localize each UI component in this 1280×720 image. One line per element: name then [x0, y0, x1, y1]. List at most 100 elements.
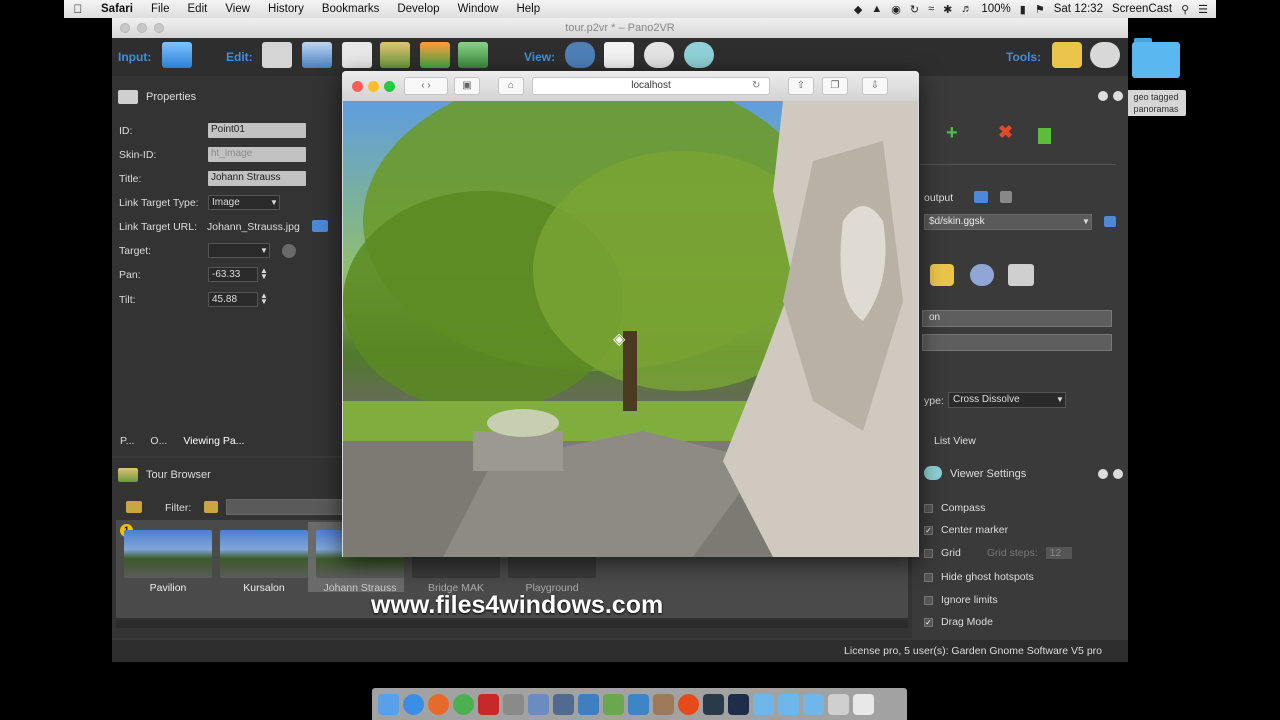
photoshop-icon[interactable]	[728, 693, 749, 715]
transition-type-select[interactable]: Cross Dissolve	[948, 392, 1066, 408]
prop-field-tilt[interactable]: 45.88	[208, 292, 258, 307]
list-view-tab[interactable]: List View	[934, 435, 976, 447]
menu-file[interactable]: File	[142, 3, 179, 15]
setting-grid[interactable]: Grid Grid steps: 12	[924, 547, 1072, 559]
menu-app-safari[interactable]: Safari	[92, 3, 142, 15]
star-tool-icon[interactable]	[1052, 42, 1082, 68]
thumbnail-image[interactable]	[124, 530, 212, 578]
skin-path-select[interactable]: $d/skin.ggsk	[924, 214, 1092, 230]
binoculars-icon[interactable]	[565, 42, 595, 68]
panel-float-icon[interactable]	[1098, 91, 1108, 101]
preview-icon[interactable]	[528, 693, 549, 715]
patch-input-icon[interactable]	[342, 42, 372, 68]
add-output-icon[interactable]: +	[946, 122, 958, 145]
desktop-folder-icon[interactable]	[1132, 38, 1180, 78]
flag-icon[interactable]: ⚑	[1035, 3, 1045, 16]
app-icon[interactable]	[653, 693, 674, 715]
chrome-icon[interactable]	[453, 693, 474, 715]
folder-icon[interactable]	[803, 693, 824, 715]
delete-output-icon[interactable]: ✖	[998, 122, 1013, 143]
menu-develop[interactable]: Develop	[388, 3, 448, 15]
app-icon[interactable]	[678, 693, 699, 715]
output-action-button-1[interactable]: on	[922, 310, 1112, 327]
wifi-icon[interactable]: ≈	[928, 3, 934, 15]
camera-status-icon[interactable]: ◆	[854, 3, 862, 16]
checkbox[interactable]	[924, 595, 933, 605]
filter-input[interactable]	[226, 499, 346, 515]
menubar-screencast[interactable]: ScreenCast	[1112, 3, 1172, 15]
battery-percent[interactable]: 100%	[981, 3, 1010, 15]
app-icon[interactable]	[628, 693, 649, 715]
prop-field-pan[interactable]: -63.33	[208, 267, 258, 282]
tab-output[interactable]: O...	[150, 435, 167, 447]
setting-drag-mode[interactable]: ✓ Drag Mode	[924, 616, 993, 628]
address-bar[interactable]: localhost	[532, 77, 770, 95]
browse-file-icon[interactable]	[312, 220, 328, 232]
target-settings-gear-icon[interactable]	[282, 244, 296, 258]
tour-browser-icon[interactable]	[380, 42, 410, 68]
checkbox-checked[interactable]: ✓	[924, 525, 933, 535]
prop-field-link-target-url[interactable]: Johann_Strauss.jpg	[207, 221, 300, 233]
reload-icon[interactable]: ↻	[752, 80, 760, 91]
sidebar-toggle-icon[interactable]: ▣	[454, 77, 480, 95]
checkbox[interactable]	[924, 503, 933, 513]
safari-zoom-button[interactable]	[384, 81, 395, 92]
menu-view[interactable]: View	[216, 3, 259, 15]
utility-icon[interactable]	[503, 693, 524, 715]
sync-status-icon[interactable]: ↻	[910, 3, 919, 16]
setting-compass[interactable]: Compass	[924, 502, 985, 514]
safari-minimize-button[interactable]	[368, 81, 379, 92]
menu-window[interactable]: Window	[449, 3, 508, 15]
prop-field-title[interactable]: Johann Strauss	[208, 171, 306, 186]
setting-center-marker[interactable]: ✓ Center marker	[924, 524, 1008, 536]
trash-icon[interactable]	[1000, 191, 1012, 203]
preview-screen-icon[interactable]	[1008, 264, 1034, 286]
menu-bookmarks[interactable]: Bookmarks	[313, 3, 389, 15]
document-icon[interactable]	[604, 42, 634, 68]
window-zoom-button[interactable]	[154, 23, 164, 33]
thumbnail-label[interactable]: Pavilion	[120, 582, 216, 594]
tilt-stepper-icon[interactable]: ▲ ▼	[260, 292, 268, 306]
panel-close-icon[interactable]	[1113, 469, 1123, 479]
menu-edit[interactable]: Edit	[179, 3, 217, 15]
pano2vr-dock-icon[interactable]	[603, 693, 624, 715]
apple-menu-icon[interactable]: 	[64, 2, 92, 16]
folder-icon[interactable]	[778, 693, 799, 715]
grid-steps-field[interactable]: 12	[1045, 547, 1072, 559]
eye-status-icon[interactable]: ◉	[891, 3, 901, 16]
safari-close-button[interactable]	[352, 81, 363, 92]
desktop-folder-label[interactable]: geo tagged panoramas	[1126, 90, 1186, 116]
sort-menu-icon[interactable]	[126, 501, 142, 513]
downloads-icon[interactable]: ⇩	[862, 77, 888, 95]
eye-view-icon[interactable]	[684, 42, 714, 68]
home-icon[interactable]: ⌂	[498, 77, 524, 95]
prop-field-id[interactable]: Point01	[208, 123, 306, 138]
panel-float-icon[interactable]	[1098, 469, 1108, 479]
safari-icon[interactable]	[403, 693, 424, 715]
spotlight-search-icon[interactable]: ⚲	[1181, 3, 1189, 16]
lightroom-icon[interactable]	[703, 693, 724, 715]
panorama-viewer[interactable]: ◈	[343, 101, 918, 557]
import-panorama-icon[interactable]	[162, 42, 192, 68]
filter-tag-icon[interactable]	[204, 501, 218, 513]
shield-status-icon[interactable]: ▲	[871, 3, 882, 15]
settings-gear-icon[interactable]	[970, 264, 994, 286]
bluetooth-icon[interactable]: ✱	[943, 3, 952, 16]
skin-open-icon[interactable]	[1104, 216, 1116, 227]
properties-edit-icon[interactable]	[262, 42, 292, 68]
viewing-parameters-icon[interactable]	[302, 42, 332, 68]
film-reel-icon[interactable]	[1090, 42, 1120, 68]
checkbox[interactable]	[924, 572, 933, 582]
notification-center-icon[interactable]: ☰	[1198, 3, 1208, 16]
setting-ignore-limits[interactable]: Ignore limits	[924, 594, 998, 606]
share-icon[interactable]: ⇧	[788, 77, 814, 95]
folder-icon[interactable]	[753, 693, 774, 715]
pan-stepper-icon[interactable]: ▲ ▼	[260, 267, 268, 281]
thumbnail-image[interactable]	[220, 530, 308, 578]
tab-properties[interactable]: P...	[120, 435, 134, 447]
window-close-button[interactable]	[120, 23, 130, 33]
window-titlebar[interactable]: tour.p2vr * – Pano2VR	[112, 18, 1128, 38]
downloads-stack-icon[interactable]	[828, 693, 849, 715]
globe-icon[interactable]	[644, 42, 674, 68]
tour-strip-scrollbar[interactable]	[116, 620, 908, 628]
